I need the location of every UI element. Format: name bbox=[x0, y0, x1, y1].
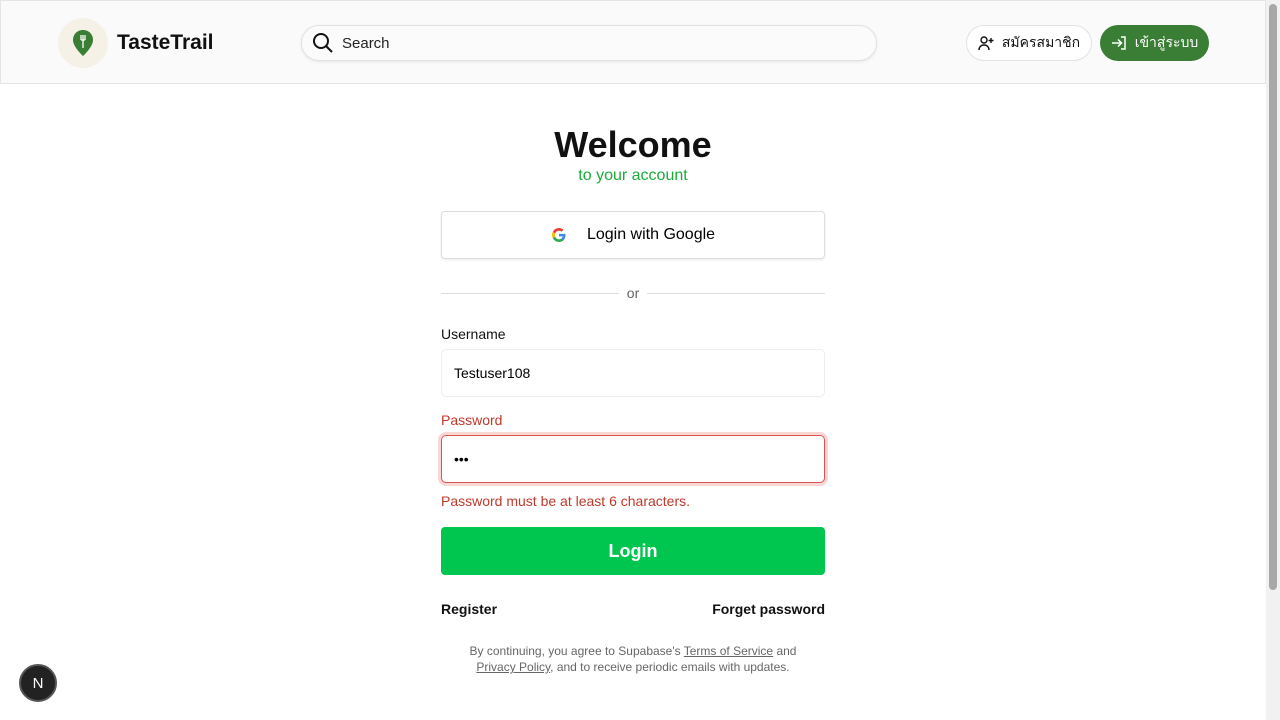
terms-mid: and bbox=[773, 644, 797, 658]
user-plus-icon bbox=[978, 36, 994, 51]
terms-post: , and to receive periodic emails with up… bbox=[550, 660, 790, 674]
page-subtitle: to your account bbox=[578, 167, 688, 184]
page-title: Welcome bbox=[554, 124, 712, 165]
google-login-label: Login with Google bbox=[586, 226, 716, 243]
nextjs-badge[interactable]: N bbox=[19, 664, 57, 702]
log-in-icon bbox=[1111, 36, 1126, 50]
or-divider: or bbox=[441, 285, 826, 301]
search-bar[interactable] bbox=[301, 25, 877, 61]
login-button[interactable]: Login bbox=[441, 527, 825, 575]
register-link[interactable]: Register bbox=[441, 601, 497, 617]
register-button[interactable]: สมัครสมาชิก bbox=[966, 25, 1092, 61]
brand-name: TasteTrail bbox=[117, 31, 214, 54]
username-input[interactable] bbox=[441, 349, 825, 397]
google-icon bbox=[551, 228, 566, 242]
terms-pre: By continuing, you agree to Supabase's bbox=[469, 644, 684, 658]
forgot-password-link[interactable]: Forget password bbox=[712, 601, 825, 617]
username-label: Username bbox=[441, 326, 506, 342]
password-error: Password must be at least 6 characters. bbox=[441, 493, 690, 509]
map-pin-fork-icon bbox=[73, 30, 93, 56]
password-input[interactable] bbox=[441, 435, 825, 483]
google-login-button[interactable]: Login with Google bbox=[441, 211, 825, 259]
privacy-link[interactable]: Privacy Policy bbox=[476, 660, 550, 674]
register-label: สมัครสมาชิก bbox=[1001, 34, 1081, 50]
header: TasteTrail สมัครสมาชิก เข้าสู่ระบบ bbox=[0, 0, 1266, 84]
scrollbar[interactable] bbox=[1266, 0, 1280, 720]
scrollbar-thumb[interactable] bbox=[1269, 4, 1277, 590]
or-text: or bbox=[626, 285, 640, 301]
terms-link[interactable]: Terms of Service bbox=[684, 644, 773, 658]
logo[interactable] bbox=[58, 18, 108, 68]
search-icon bbox=[313, 33, 333, 53]
terms-text: By continuing, you agree to Supabase's T… bbox=[441, 643, 825, 675]
search-input[interactable] bbox=[342, 34, 842, 52]
password-label: Password bbox=[441, 412, 503, 428]
login-nav-label: เข้าสู่ระบบ bbox=[1134, 34, 1199, 50]
login-nav-button[interactable]: เข้าสู่ระบบ bbox=[1100, 25, 1209, 61]
